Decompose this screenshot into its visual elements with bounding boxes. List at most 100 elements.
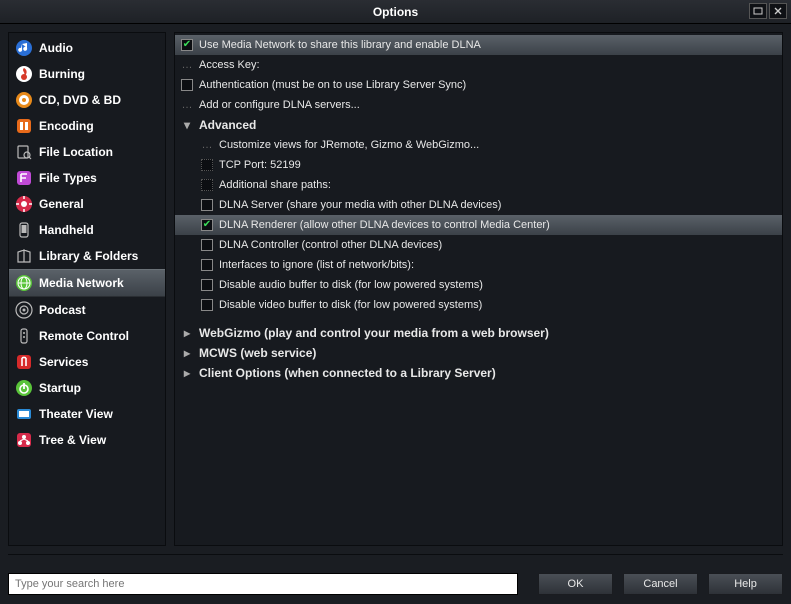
- chevron-right-icon[interactable]: ▸: [181, 367, 193, 379]
- close-icon: [773, 7, 783, 15]
- audio-icon: [15, 39, 33, 57]
- encoding-icon: [15, 117, 33, 135]
- option-label: DLNA Server (share your media with other…: [219, 199, 501, 211]
- filelocation-icon: [15, 143, 33, 161]
- sidebar-item-label: Podcast: [39, 303, 86, 317]
- sidebar-item-library[interactable]: Library & Folders: [9, 243, 165, 269]
- option-group[interactable]: ▸MCWS (web service): [175, 343, 782, 363]
- checkbox[interactable]: [201, 299, 213, 311]
- option-label: Use Media Network to share this library …: [199, 39, 481, 51]
- remote-icon: [15, 327, 33, 345]
- ellipsis-icon: …: [181, 59, 193, 71]
- sidebar-item-label: Audio: [39, 41, 73, 55]
- option-row[interactable]: ✔ DLNA Renderer (allow other DLNA devices…: [175, 215, 782, 235]
- option-label: DLNA Renderer (allow other DLNA devices …: [219, 219, 550, 231]
- sidebar-item-encoding[interactable]: Encoding: [9, 113, 165, 139]
- services-icon: [15, 353, 33, 371]
- sidebar-item-label: Startup: [39, 381, 81, 395]
- close-button[interactable]: [769, 3, 787, 19]
- option-label: Advanced: [199, 118, 256, 132]
- sidebar-item-startup[interactable]: Startup: [9, 375, 165, 401]
- option-row[interactable]: TCP Port: 52199: [175, 155, 782, 175]
- option-label: Client Options (when connected to a Libr…: [199, 366, 496, 380]
- sidebar-item-disc[interactable]: CD, DVD & BD: [9, 87, 165, 113]
- option-row[interactable]: Disable video buffer to disk (for low po…: [175, 295, 782, 315]
- option-group[interactable]: ▸ WebGizmo (play and control your media f…: [175, 323, 782, 343]
- option-label: Disable video buffer to disk (for low po…: [219, 299, 482, 311]
- maximize-icon: [753, 7, 763, 15]
- sidebar-item-label: File Types: [39, 171, 97, 185]
- handheld-icon: [15, 221, 33, 239]
- option-row[interactable]: DLNA Controller (control other DLNA devi…: [175, 235, 782, 255]
- option-row[interactable]: Interfaces to ignore (list of network/bi…: [175, 255, 782, 275]
- option-label: Add or configure DLNA servers...: [199, 99, 360, 111]
- option-row[interactable]: …Customize views for JRemote, Gizmo & We…: [175, 135, 782, 155]
- sidebar-item-label: Media Network: [39, 276, 124, 290]
- network-icon: [15, 274, 33, 292]
- option-label: Interfaces to ignore (list of network/bi…: [219, 259, 414, 271]
- chevron-right-icon[interactable]: ▸: [181, 327, 193, 339]
- sidebar-item-remote[interactable]: Remote Control: [9, 323, 165, 349]
- checkbox[interactable]: [201, 279, 213, 291]
- sidebar-item-label: File Location: [39, 145, 113, 159]
- option-row[interactable]: Authentication (must be on to use Librar…: [175, 75, 782, 95]
- sidebar-item-network[interactable]: Media Network: [9, 269, 165, 297]
- sidebar-item-audio[interactable]: Audio: [9, 35, 165, 61]
- sidebar-item-filetypes[interactable]: File Types: [9, 165, 165, 191]
- disc-icon: [15, 91, 33, 109]
- sidebar: Audio Burning CD, DVD & BDEncoding File Loc…: [8, 32, 166, 546]
- titlebar: Options: [0, 0, 791, 24]
- checkbox[interactable]: [201, 199, 213, 211]
- options-panel: ✔ Use Media Network to share this library…: [174, 32, 783, 546]
- sidebar-item-handheld[interactable]: Handheld: [9, 217, 165, 243]
- option-label: Additional share paths:: [219, 179, 331, 191]
- option-label: Disable audio buffer to disk (for low po…: [219, 279, 483, 291]
- tree-icon: [15, 431, 33, 449]
- window-title: Options: [373, 5, 418, 19]
- help-button[interactable]: Help: [708, 573, 783, 595]
- checkbox[interactable]: [201, 239, 213, 251]
- option-row[interactable]: ✔ Use Media Network to share this library…: [175, 35, 782, 55]
- checkbox[interactable]: ✔: [181, 39, 193, 51]
- option-group[interactable]: ▸ Client Options (when connected to a Lib…: [175, 363, 782, 383]
- maximize-button[interactable]: [749, 3, 767, 19]
- chevron-down-icon[interactable]: ▾: [181, 119, 193, 131]
- option-label: WebGizmo (play and control your media fr…: [199, 326, 549, 340]
- filetypes-icon: [15, 169, 33, 187]
- checkbox[interactable]: [181, 79, 193, 91]
- checkbox[interactable]: [201, 259, 213, 271]
- sidebar-item-label: Theater View: [39, 407, 113, 421]
- bottom-bar: OK Cancel Help: [8, 572, 783, 596]
- sidebar-item-label: Burning: [39, 67, 85, 81]
- field-box-icon: [201, 159, 213, 171]
- search-input[interactable]: [8, 573, 518, 595]
- option-row[interactable]: Disable audio buffer to disk (for low po…: [175, 275, 782, 295]
- option-label: TCP Port: 52199: [219, 159, 301, 171]
- option-row[interactable]: … Access Key:: [175, 55, 782, 75]
- sidebar-item-tree[interactable]: Tree & View: [9, 427, 165, 453]
- chevron-right-icon[interactable]: ▸: [181, 347, 193, 359]
- option-group[interactable]: ▾ Advanced: [175, 115, 782, 135]
- sidebar-item-filelocation[interactable]: File Location: [9, 139, 165, 165]
- separator: [8, 554, 783, 555]
- sidebar-item-general[interactable]: General: [9, 191, 165, 217]
- library-icon: [15, 247, 33, 265]
- sidebar-item-podcast[interactable]: Podcast: [9, 297, 165, 323]
- general-icon: [15, 195, 33, 213]
- sidebar-item-theater[interactable]: Theater View: [9, 401, 165, 427]
- option-row[interactable]: DLNA Server (share your media with other…: [175, 195, 782, 215]
- sidebar-item-label: Services: [39, 355, 88, 369]
- cancel-button[interactable]: Cancel: [623, 573, 698, 595]
- ellipsis-icon: …: [181, 99, 193, 111]
- checkbox[interactable]: ✔: [201, 219, 213, 231]
- ok-button[interactable]: OK: [538, 573, 613, 595]
- option-label: Authentication (must be on to use Librar…: [199, 79, 466, 91]
- option-row[interactable]: … Add or configure DLNA servers...: [175, 95, 782, 115]
- sidebar-item-burning[interactable]: Burning: [9, 61, 165, 87]
- option-row[interactable]: Additional share paths:: [175, 175, 782, 195]
- titlebar-buttons: [749, 3, 787, 19]
- theater-icon: [15, 405, 33, 423]
- main-area: Audio Burning CD, DVD & BDEncoding File Loc…: [0, 24, 791, 554]
- option-label: Access Key:: [199, 59, 260, 71]
- sidebar-item-services[interactable]: Services: [9, 349, 165, 375]
